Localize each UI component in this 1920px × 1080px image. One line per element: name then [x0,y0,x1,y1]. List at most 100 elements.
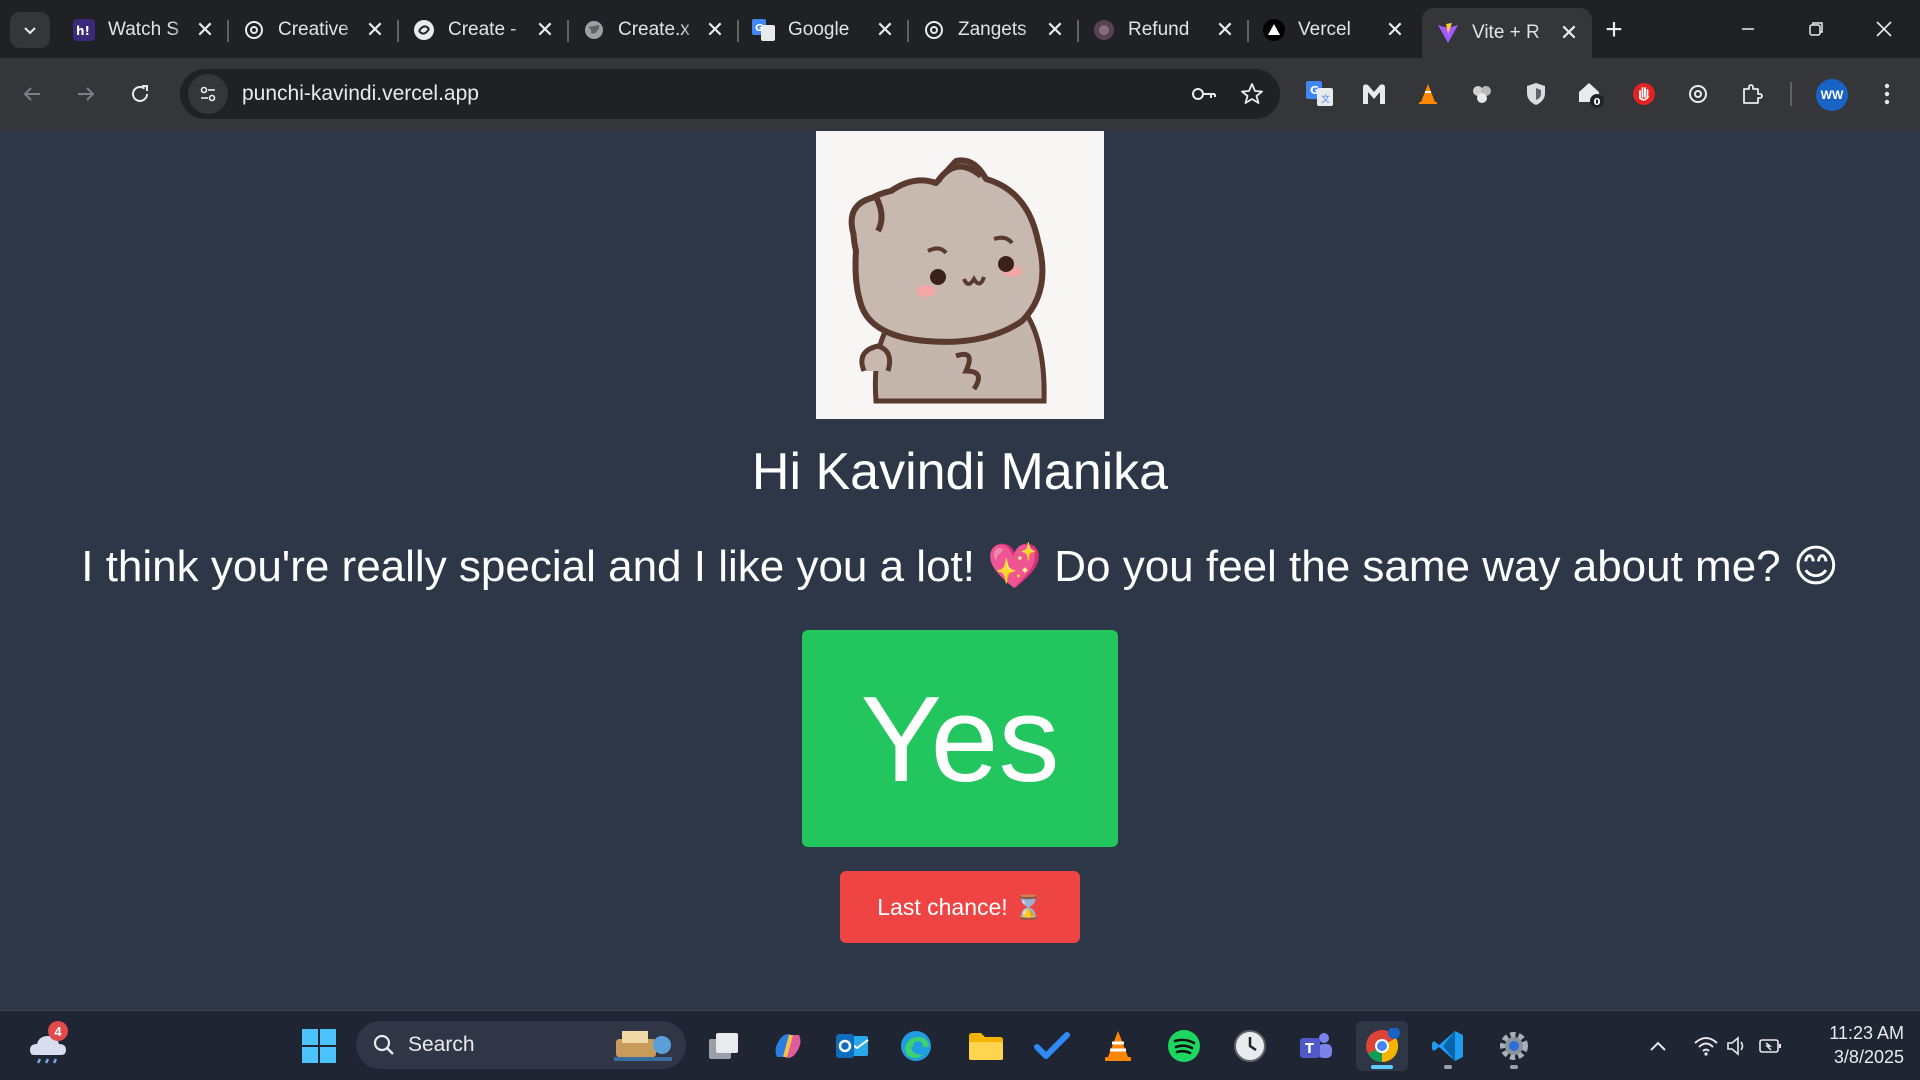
vscode-icon [1432,1031,1463,1061]
task-view-button[interactable] [698,1021,750,1071]
tab-refund[interactable]: Refund ✕ [1078,8,1249,52]
spotify-app[interactable] [1158,1021,1210,1071]
reload-icon [132,85,148,102]
todo-app[interactable] [1026,1021,1078,1071]
tab-watch[interactable]: h! Watch S ✕ [58,8,229,52]
tab-create-bolt[interactable]: Create - ✕ [398,8,569,52]
tab-search-button[interactable] [10,12,50,48]
more-menu-icon[interactable] [1872,76,1902,112]
reload-button[interactable] [122,76,158,112]
teams-icon: T [1300,1033,1332,1058]
new-tab-button[interactable]: + [1598,13,1630,46]
last-chance-button[interactable]: Last chance! ⌛ [840,871,1080,943]
show-hidden-icons-button[interactable] [1642,1029,1674,1063]
restore-button[interactable] [1782,0,1850,58]
vlc-cone-extension-icon[interactable] [1410,76,1446,112]
chrome-app[interactable] [1356,1021,1408,1071]
close-tab-icon[interactable]: ✕ [1382,17,1408,43]
tab-title: Create.x [618,19,690,40]
extension-badge: 0 [1594,97,1601,108]
vlc-app[interactable] [1092,1021,1144,1071]
close-tab-icon[interactable]: ✕ [872,17,898,43]
close-tab-icon[interactable]: ✕ [192,17,218,43]
openai-icon [922,18,946,42]
outlook-app[interactable] [826,1021,878,1071]
tab-title: Create - [448,19,517,40]
hianime-icon: h! [72,18,96,42]
tab-title: Watch S [108,19,180,40]
taskbar-search-box[interactable]: Search [356,1021,686,1069]
tab-vite-active[interactable]: Vite + R ✕ [1422,8,1592,58]
svg-text:G: G [755,23,763,34]
chevron-up-icon [1650,1041,1666,1051]
url-text[interactable]: punchi-kavindi.vercel.app [242,82,1184,106]
openai-extension-icon[interactable] [1680,76,1716,112]
teams-app[interactable]: T [1290,1021,1342,1071]
profile-avatar[interactable]: WW [1816,79,1848,111]
settings-app[interactable] [1488,1021,1540,1071]
yes-button[interactable]: Yes [802,630,1118,847]
copilot-app[interactable] [762,1021,814,1071]
google-translate-extension-icon[interactable]: G文 [1302,76,1338,112]
system-clock[interactable]: 11:23 AM 3/8/2025 [1808,1021,1904,1069]
file-explorer-app[interactable] [960,1021,1012,1071]
running-indicator [1510,1065,1518,1069]
site-info-icon[interactable] [188,74,228,114]
openai-icon [242,18,266,42]
forward-button[interactable] [68,76,104,112]
bolt-icon [412,18,436,42]
globe-icon [582,18,606,42]
bookmark-star-icon[interactable] [1232,74,1272,114]
close-tab-icon[interactable]: ✕ [1556,20,1582,46]
tab-create-x[interactable]: Create.x ✕ [568,8,739,52]
close-tab-icon[interactable]: ✕ [702,17,728,43]
close-tab-icon[interactable]: ✕ [362,17,388,43]
wifi-icon[interactable] [1690,1029,1722,1063]
checkmark-icon [1034,1032,1070,1059]
tab-google[interactable]: G Google ✕ [738,8,909,52]
close-tab-icon[interactable]: ✕ [532,17,558,43]
tab-title: Vite + R [1472,22,1540,43]
home-extension-icon[interactable]: 0 [1572,76,1608,112]
running-indicator [1371,1065,1393,1069]
close-tab-icon[interactable]: ✕ [1042,17,1068,43]
cat-sticker-image [816,131,1104,419]
tab-creative[interactable]: Creative ✕ [228,8,399,52]
clock-time: 11:23 AM [1829,1023,1904,1043]
vite-icon [1436,21,1460,45]
shield-icon[interactable] [1518,76,1554,112]
tab-strip: h! Watch S ✕ Creative ✕ Create - ✕ Creat… [0,0,1920,58]
password-key-icon[interactable] [1184,74,1224,114]
tab-zangets[interactable]: Zangets ✕ [908,8,1079,52]
edge-app[interactable] [890,1021,942,1071]
tab-vercel[interactable]: Vercel ✕ [1248,8,1418,52]
address-bar[interactable]: punchi-kavindi.vercel.app [180,69,1280,119]
outlook-icon [836,1034,869,1058]
restore-icon [1809,22,1823,36]
svg-text:G: G [1310,84,1319,97]
edge-icon [901,1031,931,1061]
close-tab-icon[interactable]: ✕ [1212,17,1238,43]
browser-toolbar: punchi-kavindi.vercel.app G文 0 WW [0,58,1920,130]
volume-icon[interactable] [1722,1029,1754,1063]
arrow-left-icon [23,87,40,101]
refund-site-icon [1092,18,1116,42]
start-button[interactable] [293,1021,345,1071]
clock-icon [1234,1030,1266,1062]
vercel-icon [1262,18,1286,42]
toolbar-divider [1790,82,1792,106]
svg-text:T: T [1305,1042,1314,1057]
battery-sync-icon[interactable] [1756,1029,1788,1063]
chrome-icon [1366,1028,1400,1063]
clock-app[interactable] [1224,1021,1276,1071]
vscode-app[interactable] [1422,1021,1474,1071]
close-window-button[interactable] [1850,0,1918,58]
hand-stop-icon[interactable] [1626,76,1662,112]
flower-extension-icon[interactable] [1464,76,1500,112]
search-icon [373,1034,394,1055]
back-button[interactable] [14,76,50,112]
malwarebytes-icon[interactable] [1356,76,1392,112]
svg-text:文: 文 [1321,93,1330,105]
extensions-puzzle-icon[interactable] [1734,76,1770,112]
minimize-button[interactable] [1714,0,1782,58]
